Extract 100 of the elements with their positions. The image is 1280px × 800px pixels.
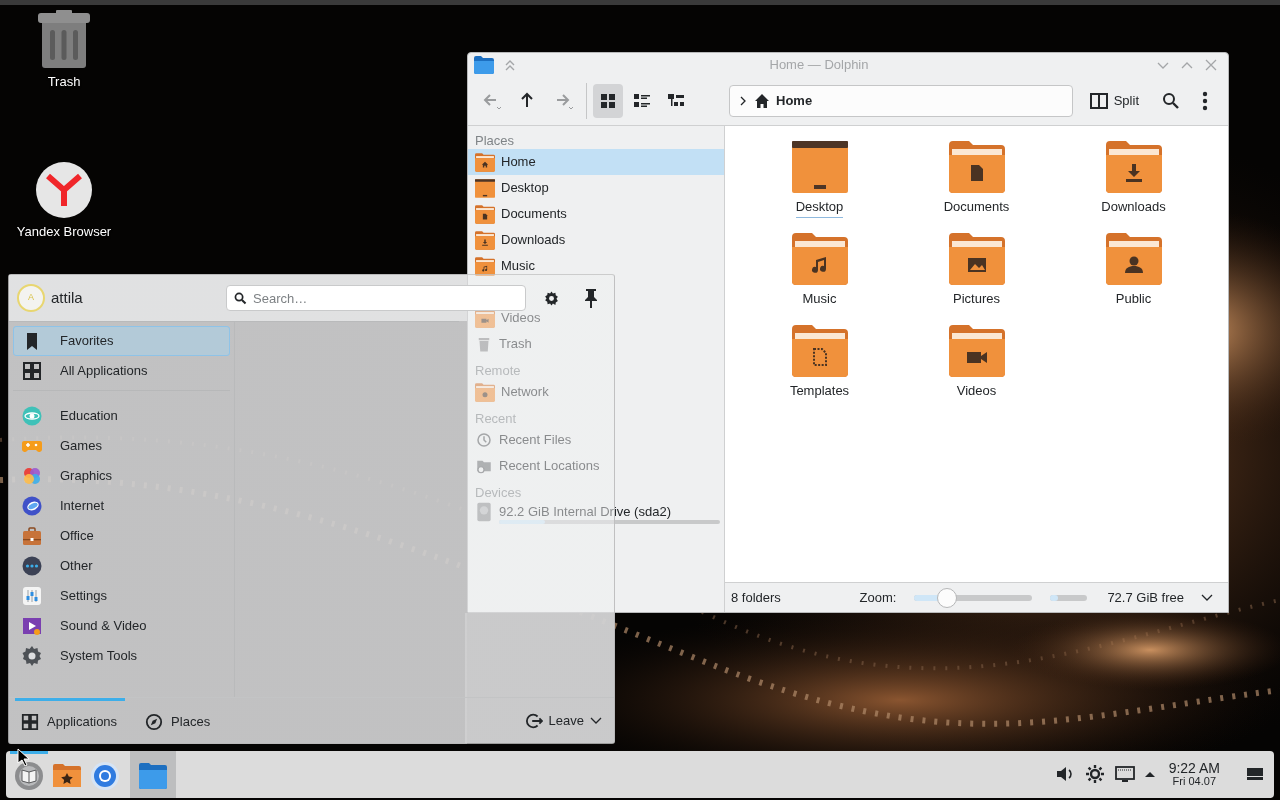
drive-icon xyxy=(475,502,493,522)
folder-icon xyxy=(475,178,495,198)
menu-tab[interactable]: Applications xyxy=(15,697,126,744)
logout-icon xyxy=(524,711,543,730)
disk-usage-bar xyxy=(1050,594,1088,601)
briefcase-icon xyxy=(22,526,42,546)
places-item[interactable]: Documents xyxy=(468,201,724,227)
folder-icon xyxy=(791,141,848,193)
free-space-text: 72.7 GiB free xyxy=(1107,588,1184,607)
menu-category[interactable]: Internet xyxy=(13,491,230,521)
arrow-up-icon xyxy=(1144,772,1155,777)
menu-category[interactable]: All Applications xyxy=(13,356,230,386)
settings-icon xyxy=(542,289,560,307)
folder-icon xyxy=(475,152,495,172)
folder-label[interactable]: Documents xyxy=(943,197,1010,217)
menu-category[interactable]: Graphics xyxy=(13,461,230,491)
folder-icon xyxy=(475,382,495,402)
places-item[interactable]: Desktop xyxy=(468,175,724,201)
tray-button[interactable] xyxy=(1084,764,1105,785)
split-button[interactable]: Split xyxy=(1084,84,1144,118)
clock-icon xyxy=(475,431,493,449)
status-text: 8 folders xyxy=(731,588,781,607)
folder-icon xyxy=(138,761,168,791)
search-field[interactable]: Search… xyxy=(226,285,526,311)
folder-label[interactable]: Videos xyxy=(956,381,997,401)
globe-icon xyxy=(22,496,42,516)
menu-category[interactable]: Games xyxy=(13,431,230,461)
split-view-icon xyxy=(1089,93,1108,109)
zoom-label: Zoom: xyxy=(859,588,897,607)
tray-button[interactable] xyxy=(1114,764,1135,785)
trash-icon[interactable] xyxy=(38,10,90,68)
menu-category[interactable]: Office xyxy=(13,521,230,551)
clock-date[interactable]: Fri 04.07 xyxy=(1172,776,1216,788)
compass-icon xyxy=(145,713,164,731)
close-icon xyxy=(1204,58,1218,72)
browser-icon xyxy=(90,761,120,791)
grid-icon xyxy=(599,92,617,110)
folder-label[interactable]: Templates xyxy=(789,381,850,401)
section-heading: Remote xyxy=(474,362,522,379)
menu-category[interactable]: Education xyxy=(13,401,230,431)
window-title: Home — Dolphin xyxy=(768,56,870,75)
search-icon xyxy=(234,292,247,305)
menu-category[interactable]: Sound & Video xyxy=(13,611,230,641)
folder-label[interactable]: Music xyxy=(802,289,837,309)
folder-icon xyxy=(948,325,1005,377)
list-icon xyxy=(633,92,651,110)
atom-icon xyxy=(22,406,42,426)
menu-category[interactable]: Other xyxy=(13,551,230,581)
cursor-icon xyxy=(17,748,29,766)
menu-tab[interactable]: Places xyxy=(139,697,219,744)
icon-label: Yandex Browser xyxy=(16,223,112,241)
leave-button[interactable]: Leave xyxy=(518,709,608,732)
chevron-down-icon xyxy=(590,716,602,725)
chevron-down-icon xyxy=(1201,593,1213,602)
folder-icon xyxy=(791,325,848,377)
menu-category[interactable]: Settings xyxy=(13,581,230,611)
folder-icon xyxy=(475,230,495,250)
location-bar[interactable]: Home xyxy=(729,85,1073,117)
folder-label[interactable]: Public xyxy=(1115,289,1152,309)
pin-icon xyxy=(583,288,599,308)
browser-icon[interactable] xyxy=(36,162,92,218)
sliders-icon xyxy=(22,586,42,606)
menu-category[interactable]: Favorites xyxy=(13,326,230,356)
folder-label[interactable]: Downloads xyxy=(1101,197,1166,217)
places-item[interactable]: Music xyxy=(468,253,724,279)
folder-icon xyxy=(791,233,848,285)
menu-icon xyxy=(1202,91,1208,111)
user-name: attila xyxy=(51,287,83,308)
grid-icon xyxy=(21,713,39,731)
show-desktop-button[interactable] xyxy=(1246,766,1264,783)
folder-icon xyxy=(1105,141,1162,193)
desktop-icon xyxy=(1246,766,1264,783)
brightness-icon xyxy=(1084,764,1105,785)
folder-icon xyxy=(948,233,1005,285)
folder-icon xyxy=(1105,233,1162,285)
icon-label: Trash xyxy=(47,73,81,91)
launcher-icon xyxy=(14,761,44,791)
folder-icon xyxy=(948,141,1005,193)
view-mode-button[interactable] xyxy=(593,84,623,118)
tray-button[interactable] xyxy=(1144,772,1155,777)
clock-time[interactable]: 9:22 AM xyxy=(1168,761,1220,777)
places-item[interactable]: Home xyxy=(468,149,724,175)
chevron-icon xyxy=(738,95,748,107)
section-heading: Places xyxy=(474,132,516,149)
gear-icon xyxy=(22,646,42,666)
folder-label[interactable]: Pictures xyxy=(953,289,1000,309)
search-icon xyxy=(1162,92,1180,110)
grid-icon xyxy=(22,361,42,381)
section-heading: Devices xyxy=(474,484,523,501)
color-petals-icon xyxy=(22,466,42,486)
folder-label[interactable]: Desktop xyxy=(795,197,844,218)
menu-category[interactable]: System Tools xyxy=(13,641,230,671)
places-item[interactable]: Downloads xyxy=(468,227,724,253)
breadcrumb-link[interactable]: Home xyxy=(776,91,813,111)
section-heading: Recent xyxy=(474,410,518,427)
folder-icon xyxy=(474,56,494,74)
folder-icon xyxy=(475,256,495,276)
home-icon xyxy=(754,93,770,109)
double-chevron-icon xyxy=(503,58,517,72)
slider-handle[interactable] xyxy=(937,587,958,608)
